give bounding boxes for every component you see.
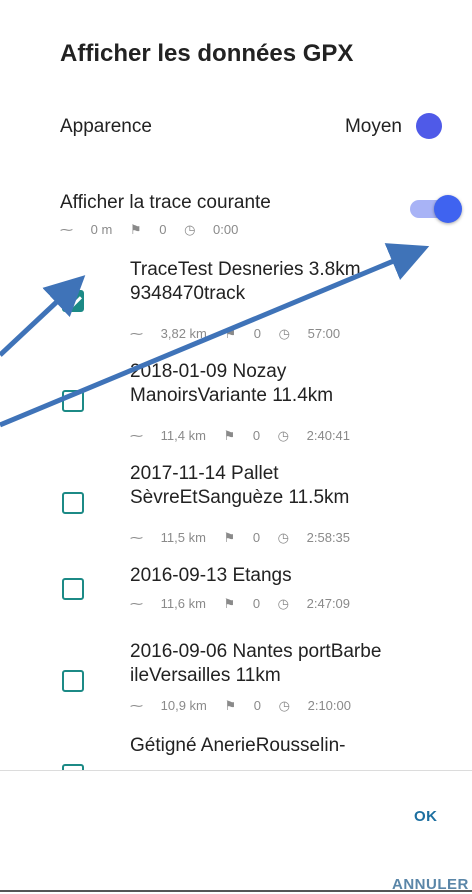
track-duration: 2:40:41 <box>306 428 351 443</box>
track-name: Gétigné AnerieRousselin- <box>130 734 460 758</box>
clock-icon: ◷ <box>277 428 293 443</box>
distance-icon: ⁓ <box>130 428 147 443</box>
track-distance: 11,5 km <box>160 530 206 545</box>
track-distance: 11,4 km <box>160 428 206 443</box>
distance-icon: ⁓ <box>60 222 77 237</box>
track-name-line2: SèvreEtSanguèze 11.5km <box>130 487 350 508</box>
flag-icon: ⚑ <box>223 428 239 443</box>
track-name: 2016-09-13 Etangs <box>130 564 460 588</box>
track-checkbox[interactable] <box>62 578 84 600</box>
current-track-label: Afficher la trace courante <box>60 192 271 213</box>
toggle-knob[interactable] <box>434 195 462 223</box>
flag-icon: ⚑ <box>224 326 240 341</box>
flag-icon: ⚑ <box>224 698 240 713</box>
track-name-line1: TraceTest Desneries 3.8km <box>130 259 361 280</box>
appearance-label: Apparence <box>60 116 152 137</box>
track-checkbox[interactable] <box>62 670 84 692</box>
track-name: 2017-11-14 Pallet SèvreEtSanguèze 11.5km <box>130 462 460 510</box>
track-waypoints: 0 <box>253 326 262 341</box>
track-duration: 57:00 <box>307 326 341 341</box>
clock-icon: ◷ <box>278 326 294 341</box>
track-distance: 11,6 km <box>160 596 206 611</box>
ok-button[interactable]: OK <box>414 808 438 825</box>
track-duration: 2:58:35 <box>306 530 351 545</box>
track-checkbox[interactable] <box>62 290 84 312</box>
flag-icon: ⚑ <box>223 596 239 611</box>
clock-icon: ◷ <box>277 596 293 611</box>
track-waypoints: 0 <box>253 698 262 713</box>
track-name-line1: 2017-11-14 Pallet <box>130 463 279 484</box>
track-checkbox[interactable] <box>62 390 84 412</box>
distance-icon: ⁓ <box>130 698 147 713</box>
track-waypoints: 0 <box>252 596 261 611</box>
track-waypoints: 0 <box>252 530 261 545</box>
clock-icon: ◷ <box>184 222 200 237</box>
dialog-divider <box>0 770 472 771</box>
current-duration: 0:00 <box>213 222 239 237</box>
track-name: 2018-01-09 Nozay ManoirsVariante 11.4km <box>130 360 460 408</box>
track-name-line1: 2016-09-06 Nantes portBarbe <box>130 641 382 662</box>
track-name-line1: Gétigné AnerieRousselin- <box>130 735 346 756</box>
dialog-title: Afficher les données GPX <box>60 40 354 67</box>
distance-icon: ⁓ <box>130 530 147 545</box>
current-waypoints: 0 <box>159 222 167 237</box>
track-stats: ⁓ 11,5 km ⚑ 0 ◷ 2:58:35 <box>130 530 364 546</box>
current-distance: 0 m <box>90 222 113 237</box>
appearance-value[interactable]: Moyen <box>345 116 402 138</box>
track-name: 2016-09-06 Nantes portBarbe ileVersaille… <box>130 640 460 688</box>
distance-icon: ⁓ <box>130 596 147 611</box>
track-name-line1: 2016-09-13 Etangs <box>130 565 292 586</box>
track-distance: 10,9 km <box>160 698 207 713</box>
track-list[interactable]: TraceTest Desneries 3.8km 9348470track ⁓… <box>0 250 472 770</box>
track-name-line2: ManoirsVariante 11.4km <box>130 385 334 406</box>
track-stats: ⁓ 10,9 km ⚑ 0 ◷ 2:10:00 <box>130 698 365 714</box>
bottom-edge <box>0 890 472 892</box>
track-stats: ⁓ 3,82 km ⚑ 0 ◷ 57:00 <box>130 326 354 342</box>
clock-icon: ◷ <box>278 698 294 713</box>
track-name-line2: ileVersailles 11km <box>130 665 281 686</box>
flag-icon: ⚑ <box>223 530 239 545</box>
track-checkbox[interactable] <box>62 492 84 514</box>
track-stats: ⁓ 11,6 km ⚑ 0 ◷ 2:47:09 <box>130 596 364 612</box>
track-name-line1: 2018-01-09 Nozay <box>130 361 287 382</box>
clock-icon: ◷ <box>277 530 293 545</box>
track-name: TraceTest Desneries 3.8km 9348470track <box>130 258 460 306</box>
flag-icon: ⚑ <box>129 222 146 237</box>
track-distance: 3,82 km <box>160 326 207 341</box>
track-stats: ⁓ 11,4 km ⚑ 0 ◷ 2:40:41 <box>130 428 364 444</box>
distance-icon: ⁓ <box>130 326 147 341</box>
color-swatch[interactable] <box>416 113 442 139</box>
track-duration: 2:10:00 <box>307 698 351 713</box>
track-duration: 2:47:09 <box>306 596 351 611</box>
track-waypoints: 0 <box>252 428 261 443</box>
current-track-stats: ⁓ 0 m ⚑ 0 ◷ 0:00 <box>60 222 252 238</box>
track-name-line2: 9348470track <box>130 283 246 304</box>
